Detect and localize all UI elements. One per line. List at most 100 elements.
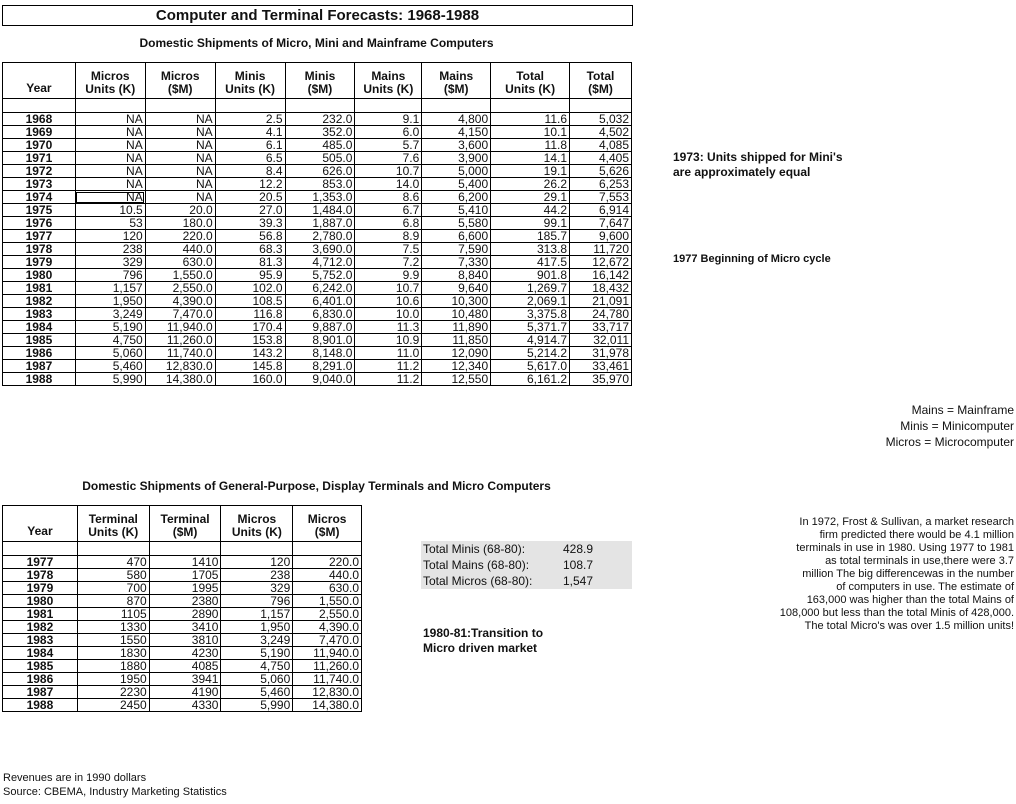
value-cell: 6.1 [214,138,286,152]
value-cell: 9,600 [569,229,632,243]
value-cell: 901.8 [490,268,571,282]
value-cell: 12,830.0 [292,685,362,699]
value-cell: 6,401.0 [284,294,356,308]
value-cell: 8,291.0 [284,359,356,373]
value-cell: 10.1 [490,125,571,139]
value-cell: 14.1 [490,151,571,165]
value-cell: 11.2 [354,372,423,386]
value-cell: 170.4 [214,320,286,334]
year-cell: 1969 [2,125,76,139]
table-row: 1983 1550 3810 3,249 7,470.0 [2,633,362,647]
value-cell: 2,550.0 [144,281,216,295]
year-cell: 1976 [2,216,76,230]
year-cell: 1983 [2,633,78,647]
value-cell: 31,978 [569,346,632,360]
value-cell: 44.2 [490,203,571,217]
value-cell: 20.5 [214,190,286,204]
column-header: Terminal ($M) [148,505,222,542]
value-cell: 3,249 [220,633,294,647]
value-cell: 5,060 [74,346,146,360]
value-cell: 108.5 [214,294,286,308]
value-cell: 440.0 [144,242,216,256]
value-cell: NA [74,112,146,126]
value-cell: 7.6 [354,151,423,165]
value-cell: 4190 [148,685,222,699]
table-row: 1981 1,157 2,550.0 102.0 6,242.0 10.7 9,640 1,2… [2,281,632,295]
value-cell: 99.1 [490,216,571,230]
value-cell: 4330 [148,698,222,712]
value-cell: 796 [74,268,146,282]
value-cell: 116.8 [214,307,286,321]
value-cell: 2.5 [214,112,286,126]
value-cell: 10.7 [354,164,423,178]
value-cell: 313.8 [490,242,571,256]
value-cell: 9.9 [354,268,423,282]
value-cell: 4,914.7 [490,333,571,347]
table-row: 1987 5,460 12,830.0 145.8 8,291.0 11.2 12,340 5… [2,359,632,373]
value-cell: 5,460 [220,685,294,699]
table-row: 1970 NA NA 6.1 485.0 5.7 3,600 11.8 4,085 [2,138,632,152]
value-cell: 329 [74,255,146,269]
table-row: 1980 870 2380 796 1,550.0 [2,594,362,608]
value-cell: 485.0 [284,138,356,152]
value-cell: 145.8 [214,359,286,373]
year-cell: 1982 [2,620,78,634]
table-row: 1985 1880 4085 4,750 11,260.0 [2,659,362,673]
value-cell: 14,380.0 [292,698,362,712]
value-cell: 12,830.0 [144,359,216,373]
year-cell: 1984 [2,320,76,334]
value-cell: 4,750 [74,333,146,347]
value-cell: 53 [74,216,146,230]
value-cell: 12,340 [421,359,492,373]
value-cell: 5,060 [220,672,294,686]
value-cell: 95.9 [214,268,286,282]
value-cell: 11,940.0 [292,646,362,660]
column-header: Total ($M) [569,62,632,99]
value-cell: 1,157 [220,607,294,621]
terminals-table: Year Terminal Units (K) Terminal ($M) Micros U… [2,505,362,712]
year-cell: 1987 [2,685,78,699]
table-row: 1976 53 180.0 39.3 1,887.0 6.8 5,580 99.1 7,647 [2,216,632,230]
table-row: 1983 3,249 7,470.0 116.8 6,830.0 10.0 10,480 3,… [2,307,632,321]
value-cell: 7,330 [421,255,492,269]
year-cell: 1982 [2,294,76,308]
value-cell: 1,269.7 [490,281,571,295]
value-cell: 4230 [148,646,222,660]
value-cell: 3,900 [421,151,492,165]
table-row: 1986 1950 3941 5,060 11,740.0 [2,672,362,686]
value-cell: 4,712.0 [284,255,356,269]
value-cell: 8.4 [214,164,286,178]
value-cell: 5,990 [74,372,146,386]
value-cell: 5,752.0 [284,268,356,282]
value-cell: 4085 [148,659,222,673]
value-cell: 68.3 [214,242,286,256]
table-row: 1984 1830 4230 5,190 11,940.0 [2,646,362,660]
value-cell: NA [144,190,216,204]
note-frost-sullivan: In 1972, Frost & Sullivan, a market rese… [779,516,1014,632]
value-cell: NA [144,138,216,152]
value-cell: 1410 [148,555,222,569]
year-cell: 1986 [2,346,76,360]
value-cell: 7,647 [569,216,632,230]
value-cell: 10.7 [354,281,423,295]
value-cell: 1995 [148,581,222,595]
value-cell: 11.6 [490,112,571,126]
table-row: 1975 10.5 20.0 27.0 1,484.0 6.7 5,410 44.2 6,914 [2,203,632,217]
value-cell: 3410 [148,620,222,634]
value-cell: 626.0 [284,164,356,178]
value-cell: 352.0 [284,125,356,139]
value-cell: 35,970 [569,372,632,386]
table-row: 1988 2450 4330 5,990 14,380.0 [2,698,362,712]
page-title: Computer and Terminal Forecasts: 1968-19… [2,5,633,26]
column-header: Minis Units (K) [214,62,286,99]
value-cell: 160.0 [214,372,286,386]
value-cell: 7,553 [569,190,632,204]
year-cell: 1980 [2,268,76,282]
value-cell: 3,375.8 [490,307,571,321]
value-cell: NA [74,190,146,204]
value-cell: 3810 [148,633,222,647]
table-row: 1978 580 1705 238 440.0 [2,568,362,582]
total-micros: Total Micros (68-80): 1,547 [423,574,594,588]
column-header: Total Units (K) [490,62,571,99]
value-cell: 630.0 [144,255,216,269]
